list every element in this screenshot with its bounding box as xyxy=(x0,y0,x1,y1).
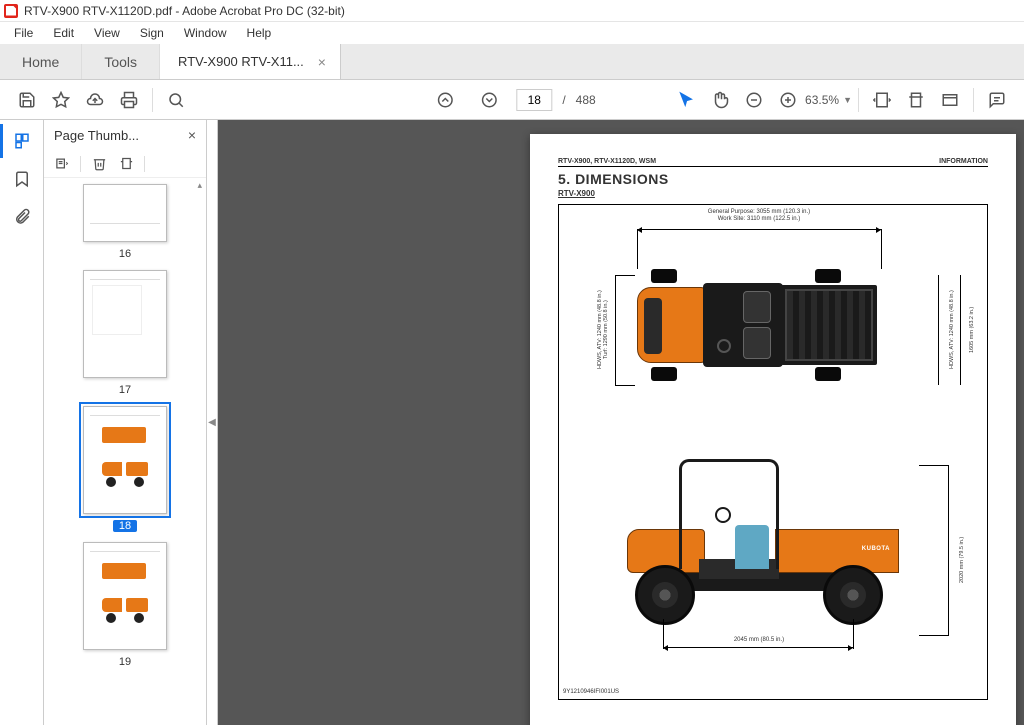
dim-top-2: Work Site: 3110 mm (122.5 in.) xyxy=(659,216,859,223)
zoom-dropdown[interactable]: 63.5% ▼ xyxy=(805,93,852,107)
fit-page-icon[interactable] xyxy=(899,83,933,117)
fit-width-icon[interactable] xyxy=(865,83,899,117)
tab-close-icon[interactable]: × xyxy=(318,54,326,70)
page-total: 488 xyxy=(576,93,596,107)
diagram-box: General Purpose: 3055 mm (120.3 in.) Wor… xyxy=(558,204,988,700)
comment-icon[interactable] xyxy=(980,83,1014,117)
page-number-input[interactable] xyxy=(516,89,552,111)
bookmark-rail-icon[interactable] xyxy=(11,168,33,190)
doc-header-left: RTV-X900, RTV-X1120D, WSM xyxy=(558,158,656,165)
zoom-out-icon[interactable] xyxy=(737,83,771,117)
page-down-icon[interactable] xyxy=(472,83,506,117)
menu-file[interactable]: File xyxy=(4,24,43,42)
main-area: Page Thumb... × ▴ 16 17 xyxy=(0,120,1024,725)
thumb-item-19[interactable]: 19 xyxy=(44,542,206,668)
select-tool-icon[interactable] xyxy=(669,83,703,117)
vehicle-top-view xyxy=(637,265,877,385)
dim-side-height: 2020 mm (79.5 in.) xyxy=(959,537,965,583)
page-separator: / xyxy=(562,93,565,107)
hand-tool-icon[interactable] xyxy=(703,83,737,117)
thumb-options-icon[interactable] xyxy=(50,153,74,175)
page-up-icon[interactable] xyxy=(428,83,462,117)
menu-view[interactable]: View xyxy=(84,24,130,42)
thumb-delete-icon[interactable] xyxy=(87,153,111,175)
zoom-value: 63.5% xyxy=(805,93,839,107)
dim-right-1: HDWS, ATV: 1240 mm (48.8 in.) xyxy=(949,291,955,370)
thumbnails-list[interactable]: ▴ 16 17 xyxy=(44,178,206,725)
dim-wheelbase: 2045 mm (80.5 in.) xyxy=(709,637,809,644)
document-viewer[interactable]: RTV-X900, RTV-X1120D, WSM INFORMATION 5.… xyxy=(218,120,1024,725)
attachment-rail-icon[interactable] xyxy=(11,206,33,228)
thumb-item-17[interactable]: 17 xyxy=(44,270,206,396)
tab-tools[interactable]: Tools xyxy=(82,44,160,79)
chevron-left-icon: ◀ xyxy=(208,417,216,428)
thumb-item-18[interactable]: 18 xyxy=(44,406,206,532)
acrobat-icon xyxy=(4,4,18,18)
chevron-down-icon: ▼ xyxy=(843,95,852,105)
brand-text: KUBOTA xyxy=(862,546,890,552)
thumb-rotate-icon[interactable] xyxy=(114,153,138,175)
tab-document-label: RTV-X900 RTV-X11... xyxy=(178,54,304,69)
dim-left-2: Turf: 1290 mm (50.8 in.) xyxy=(603,301,609,360)
thumbnails-title: Page Thumb... xyxy=(54,128,188,143)
titlebar: RTV-X900 RTV-X1120D.pdf - Adobe Acrobat … xyxy=(0,0,1024,22)
doc-header-right: INFORMATION xyxy=(939,158,988,165)
menu-help[interactable]: Help xyxy=(237,24,282,42)
zoom-in-icon[interactable] xyxy=(771,83,805,117)
print-icon[interactable] xyxy=(112,83,146,117)
search-icon[interactable] xyxy=(159,83,193,117)
scroll-up-icon[interactable]: ▴ xyxy=(197,180,202,191)
tab-home[interactable]: Home xyxy=(0,44,82,79)
menu-window[interactable]: Window xyxy=(174,24,237,42)
document-page: RTV-X900, RTV-X1120D, WSM INFORMATION 5.… xyxy=(530,134,1016,725)
thumbnails-rail-icon[interactable] xyxy=(11,130,33,152)
left-rail xyxy=(0,120,44,725)
window-title: RTV-X900 RTV-X1120D.pdf - Adobe Acrobat … xyxy=(24,4,345,18)
menu-edit[interactable]: Edit xyxy=(43,24,84,42)
tabstrip: Home Tools RTV-X900 RTV-X11... × xyxy=(0,44,1024,80)
cloud-upload-icon[interactable] xyxy=(78,83,112,117)
toolbar: / 488 63.5% ▼ xyxy=(0,80,1024,120)
dim-right-2: 1605 mm (63.2 in.) xyxy=(969,307,975,353)
menubar: File Edit View Sign Window Help xyxy=(0,22,1024,44)
thumbnails-panel: Page Thumb... × ▴ 16 17 xyxy=(44,120,207,725)
save-icon[interactable] xyxy=(10,83,44,117)
menu-sign[interactable]: Sign xyxy=(130,24,174,42)
thumbnails-close-icon[interactable]: × xyxy=(188,127,196,143)
thumbnails-toolbar xyxy=(44,150,206,178)
panel-collapse-handle[interactable]: ◀ xyxy=(207,120,218,725)
doc-subheading: RTV-X900 xyxy=(558,189,988,198)
doc-code-bl: 9Y1210946IFI001US xyxy=(563,689,619,695)
dim-top-1: General Purpose: 3055 mm (120.3 in.) xyxy=(659,209,859,216)
vehicle-side-view: KUBOTA xyxy=(615,449,915,629)
thumb-item-16[interactable]: 16 xyxy=(44,184,206,260)
read-mode-icon[interactable] xyxy=(933,83,967,117)
tab-document[interactable]: RTV-X900 RTV-X11... × xyxy=(160,44,341,79)
doc-heading: 5. DIMENSIONS xyxy=(558,171,988,187)
star-icon[interactable] xyxy=(44,83,78,117)
